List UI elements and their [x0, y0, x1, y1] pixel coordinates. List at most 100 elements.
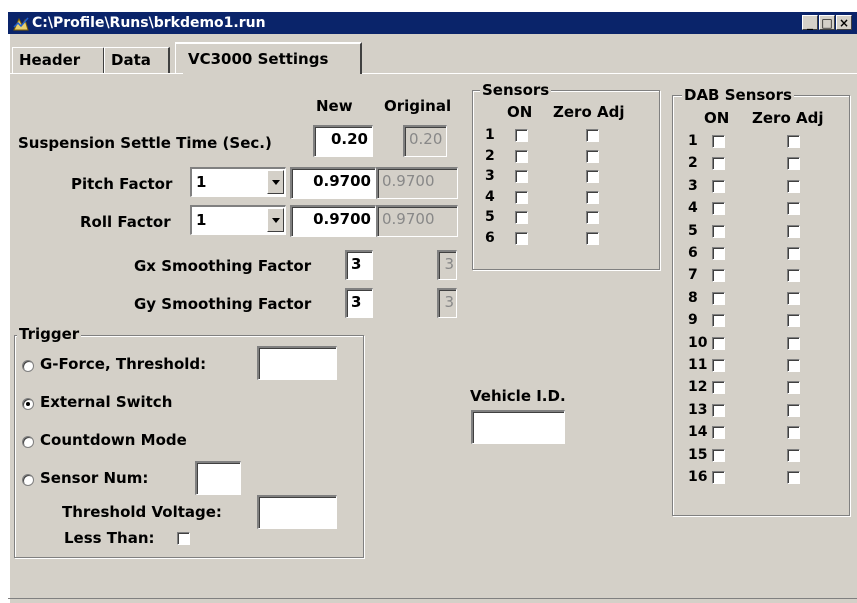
dab-on-checkbox[interactable]: [712, 448, 725, 462]
dab-zero-adj-checkbox[interactable]: [787, 135, 800, 148]
dab-zero-adj-checkbox[interactable]: [787, 381, 800, 395]
dab-row-number: 5: [688, 222, 698, 239]
chevron-down-icon[interactable]: [267, 208, 284, 232]
dab-on-checkbox[interactable]: [712, 291, 725, 305]
close-button[interactable]: ×: [836, 15, 852, 30]
sensor-zero-adj-checkbox[interactable]: [586, 231, 599, 245]
suspension-settle-original-field: 0.20: [403, 125, 447, 157]
threshold-voltage-input[interactable]: [257, 495, 337, 529]
dab-zero-adj-checkbox[interactable]: [787, 448, 800, 462]
sensor-zero-adj-checkbox[interactable]: [586, 190, 599, 204]
dab-on-checkbox[interactable]: [712, 135, 725, 148]
dab-on-checkbox[interactable]: [712, 403, 725, 417]
tab-header[interactable]: Header: [12, 47, 105, 73]
dab-on-checkbox[interactable]: [712, 314, 725, 328]
sensor-row-number: 3: [485, 168, 495, 184]
dab-row-number: 6: [688, 245, 698, 261]
minimize-button[interactable]: _: [802, 15, 818, 30]
sensor-num-radio[interactable]: [22, 474, 34, 486]
sensor-num-input[interactable]: [195, 461, 241, 495]
dab-on-checkbox[interactable]: [712, 381, 725, 395]
pitch-factor-new-input[interactable]: 0.9700: [290, 167, 376, 199]
dab-sensors-group-title: DAB Sensors: [682, 86, 794, 104]
dab-zero-adj-checkbox[interactable]: [787, 247, 800, 260]
tab-strip-edge-right: [362, 73, 857, 74]
dab-on-checkbox[interactable]: [712, 426, 725, 440]
sensor-num-label: Sensor Num:: [40, 469, 149, 487]
dab-on-checkbox[interactable]: [712, 269, 725, 283]
tab-data[interactable]: Data: [104, 47, 170, 73]
window-title: C:\Profile\Runs\brkdemo1.run: [32, 15, 266, 31]
gx-smoothing-new-input[interactable]: 3: [345, 250, 373, 280]
sensor-zero-adj-checkbox[interactable]: [586, 149, 599, 163]
dab-row-number: 12: [688, 379, 708, 396]
dab-zero-adj-checkbox[interactable]: [787, 157, 800, 171]
pitch-factor-select-value: 1: [196, 173, 207, 191]
app-icon: [13, 17, 29, 31]
countdown-radio[interactable]: [22, 436, 34, 448]
dab-on-checkbox[interactable]: [712, 359, 725, 372]
pitch-factor-label: Pitch Factor: [71, 175, 173, 193]
dab-on-checkbox[interactable]: [712, 224, 725, 238]
dab-on-checkbox[interactable]: [712, 336, 725, 350]
roll-factor-select[interactable]: 1: [190, 205, 286, 235]
dab-zero-adj-checkbox[interactable]: [787, 426, 800, 440]
sensor-on-checkbox[interactable]: [515, 211, 528, 224]
gx-smoothing-label: Gx Smoothing Factor: [134, 257, 312, 275]
dab-row-number: 2: [688, 155, 698, 172]
dab-on-checkbox[interactable]: [712, 247, 725, 260]
dab-on-checkbox[interactable]: [712, 157, 725, 171]
sensor-zero-adj-checkbox[interactable]: [586, 170, 599, 183]
dab-zero-adj-checkbox[interactable]: [787, 359, 800, 372]
tab-vc3000-settings[interactable]: VC3000 Settings: [175, 42, 362, 74]
chevron-down-icon[interactable]: [267, 170, 284, 194]
sensor-on-checkbox[interactable]: [515, 231, 528, 245]
sensor-zero-adj-checkbox[interactable]: [586, 129, 599, 142]
dab-on-checkbox[interactable]: [712, 202, 725, 216]
dab-zero-adj-checkbox[interactable]: [787, 202, 800, 216]
sensors-group-title: Sensors: [480, 81, 552, 99]
sensor-on-checkbox[interactable]: [515, 129, 528, 142]
dab-zero-adj-checkbox[interactable]: [787, 471, 800, 484]
dab-zero-adj-checkbox[interactable]: [787, 179, 800, 193]
roll-factor-new-input[interactable]: 0.9700: [290, 205, 376, 237]
dab-zero-adj-checkbox[interactable]: [787, 314, 800, 328]
dab-row-number: 10: [688, 334, 708, 351]
vehicle-id-input[interactable]: [471, 410, 565, 444]
dab-zero-adj-checkbox[interactable]: [787, 269, 800, 283]
suspension-settle-new-input[interactable]: 0.20: [313, 125, 373, 157]
gy-smoothing-label: Gy Smoothing Factor: [134, 295, 312, 313]
sensor-row-number: 5: [485, 209, 495, 225]
dab-row-number: 7: [688, 267, 698, 284]
sensor-on-checkbox[interactable]: [515, 170, 528, 183]
dab-row-number: 9: [688, 312, 698, 329]
dab-zero-adj-checkbox[interactable]: [787, 291, 800, 305]
gforce-radio[interactable]: [22, 360, 34, 372]
gy-smoothing-new-input[interactable]: 3: [345, 288, 373, 318]
dab-zero-adj-checkbox[interactable]: [787, 336, 800, 350]
roll-factor-select-value: 1: [196, 211, 207, 229]
external-switch-radio[interactable]: [22, 398, 34, 410]
sensor-row-number: 1: [485, 127, 495, 143]
dab-zero-adj-checkbox[interactable]: [787, 403, 800, 417]
less-than-checkbox[interactable]: [177, 532, 190, 545]
dab-zero-adj-checkbox[interactable]: [787, 224, 800, 238]
sensors-col-on: ON: [507, 103, 533, 121]
gforce-threshold-input[interactable]: [257, 346, 337, 380]
dab-on-checkbox[interactable]: [712, 179, 725, 193]
pitch-factor-original-field: 0.9700: [376, 167, 458, 199]
maximize-button[interactable]: □: [819, 15, 835, 30]
dab-on-checkbox[interactable]: [712, 471, 725, 484]
roll-factor-original-field: 0.9700: [376, 205, 458, 237]
vehicle-id-label: Vehicle I.D.: [470, 387, 566, 405]
trigger-group-title: Trigger: [17, 325, 82, 343]
column-original-label: Original: [384, 97, 452, 115]
sensor-zero-adj-checkbox[interactable]: [586, 211, 599, 224]
sensor-on-checkbox[interactable]: [515, 149, 528, 163]
gforce-label: G-Force, Threshold:: [40, 355, 207, 373]
pitch-factor-select[interactable]: 1: [190, 167, 286, 197]
sensor-on-checkbox[interactable]: [515, 190, 528, 204]
roll-factor-label: Roll Factor: [80, 213, 171, 231]
title-bar[interactable]: C:\Profile\Runs\brkdemo1.run _ □ ×: [8, 12, 857, 34]
dab-row-number: 15: [688, 446, 708, 463]
